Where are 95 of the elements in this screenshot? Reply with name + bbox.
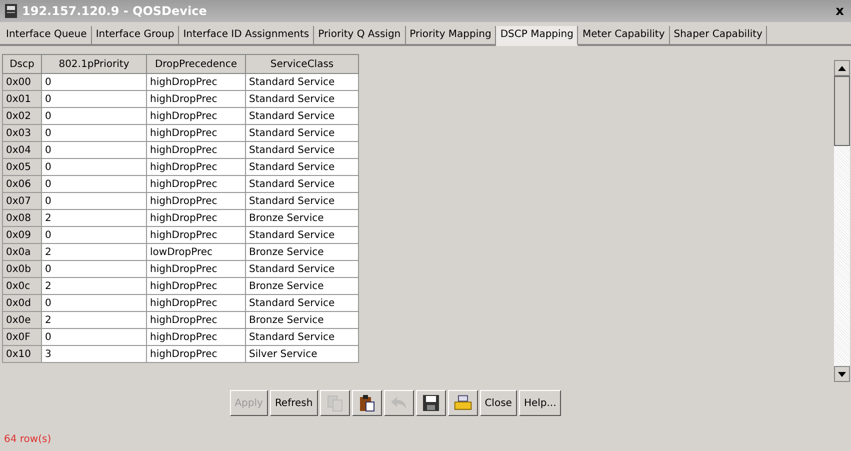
table-cell: highDropPrec bbox=[146, 312, 246, 328]
scroll-up-button[interactable] bbox=[834, 60, 850, 76]
table-cell: 0 bbox=[42, 158, 146, 176]
table-cell: 0x0c bbox=[2, 278, 42, 294]
table-cell: Standard Service bbox=[246, 74, 358, 90]
table-cell: highDropPrec bbox=[146, 108, 246, 124]
table-cell: highDropPrec bbox=[146, 142, 246, 158]
column-header[interactable]: ServiceClass bbox=[246, 54, 358, 74]
table-cell: highDropPrec bbox=[146, 176, 246, 192]
undo-icon bbox=[390, 396, 408, 410]
action-button[interactable]: Close bbox=[480, 390, 517, 416]
tab[interactable]: DSCP Mapping bbox=[496, 26, 578, 46]
table-cell: highDropPrec bbox=[146, 278, 246, 294]
window-title: 192.157.120.9 - QOSDevice bbox=[22, 4, 208, 18]
table-cell: Standard Service bbox=[246, 192, 358, 210]
table-cell: Standard Service bbox=[246, 124, 358, 142]
scroll-thumb[interactable] bbox=[834, 76, 850, 146]
printer-icon bbox=[452, 394, 473, 412]
table-cell: Standard Service bbox=[246, 142, 358, 158]
table-cell: 0 bbox=[42, 142, 146, 158]
table-cell: highDropPrec bbox=[146, 158, 246, 176]
table-cell: Standard Service bbox=[246, 328, 358, 346]
table-cell: Silver Service bbox=[246, 346, 358, 362]
table-cell: 2 bbox=[42, 244, 146, 260]
table-cell: highDropPrec bbox=[146, 74, 246, 90]
clipboard-icon bbox=[358, 394, 376, 412]
table-cell: Standard Service bbox=[246, 260, 358, 278]
save-icon bbox=[422, 394, 440, 412]
table-cell: 0 bbox=[42, 226, 146, 244]
table-cell: 0x0a bbox=[2, 244, 42, 260]
table-cell: highDropPrec bbox=[146, 294, 246, 312]
icon-button[interactable] bbox=[416, 390, 446, 416]
table-cell: highDropPrec bbox=[146, 192, 246, 210]
table-cell: Standard Service bbox=[246, 294, 358, 312]
up-arrow-icon bbox=[838, 66, 846, 70]
table-cell: 2 bbox=[42, 278, 146, 294]
scroll-down-button[interactable] bbox=[834, 366, 850, 382]
table-cell: Standard Service bbox=[246, 226, 358, 244]
table-cell: 0 bbox=[42, 328, 146, 346]
table-cell: 0x0F bbox=[2, 328, 42, 346]
table-cell: Bronze Service bbox=[246, 244, 358, 260]
table-cell: 0x03 bbox=[2, 124, 42, 142]
table-cell: highDropPrec bbox=[146, 90, 246, 108]
table-cell: highDropPrec bbox=[146, 124, 246, 142]
table-cell: 0x06 bbox=[2, 176, 42, 192]
status-text: 64 row(s) bbox=[3, 434, 52, 447]
table-cell: highDropPrec bbox=[146, 346, 246, 362]
table-cell: 0 bbox=[42, 74, 146, 90]
tab[interactable]: Priority Mapping bbox=[406, 26, 496, 44]
down-arrow-icon bbox=[838, 372, 846, 376]
column-header[interactable]: Dscp bbox=[2, 54, 42, 74]
table-cell: 0x01 bbox=[2, 90, 42, 108]
table-cell: 0x10 bbox=[2, 346, 42, 362]
table-cell: 0x09 bbox=[2, 226, 42, 244]
table-cell: 0 bbox=[42, 260, 146, 278]
table-cell: Standard Service bbox=[246, 90, 358, 108]
column-header[interactable]: 802.1pPriority bbox=[42, 54, 146, 74]
table-cell: 0x0d bbox=[2, 294, 42, 312]
action-button[interactable]: Help... bbox=[518, 390, 562, 416]
table-cell: highDropPrec bbox=[146, 328, 246, 346]
table-cell: Bronze Service bbox=[246, 210, 358, 226]
icon-button[interactable] bbox=[448, 390, 478, 416]
table-cell: Standard Service bbox=[246, 176, 358, 192]
table-cell: Standard Service bbox=[246, 158, 358, 176]
table-cell: 0x05 bbox=[2, 158, 42, 176]
table-cell: 0 bbox=[42, 192, 146, 210]
table-cell: 0 bbox=[42, 108, 146, 124]
icon-button[interactable] bbox=[352, 390, 382, 416]
table-cell: 0x07 bbox=[2, 192, 42, 210]
table-cell: 0x08 bbox=[2, 210, 42, 226]
window-close-x[interactable]: x bbox=[832, 4, 847, 18]
table-cell: 0x0b bbox=[2, 260, 42, 278]
table-cell: 0x04 bbox=[2, 142, 42, 158]
table-cell: 0x02 bbox=[2, 108, 42, 124]
table-cell: Bronze Service bbox=[246, 312, 358, 328]
table-cell: 3 bbox=[42, 346, 146, 362]
table-cell: highDropPrec bbox=[146, 260, 246, 278]
table-cell: 0 bbox=[42, 294, 146, 312]
table-cell: 2 bbox=[42, 312, 146, 328]
table-cell: 0 bbox=[42, 176, 146, 192]
table-cell: lowDropPrec bbox=[146, 244, 246, 260]
table-cell: highDropPrec bbox=[146, 210, 246, 226]
copy-icon bbox=[326, 394, 344, 412]
action-button[interactable]: Refresh bbox=[270, 390, 318, 416]
computer-icon bbox=[4, 3, 18, 19]
table-cell: Standard Service bbox=[246, 108, 358, 124]
table-cell: Bronze Service bbox=[246, 278, 358, 294]
table-cell: highDropPrec bbox=[146, 226, 246, 244]
table-cell: 0 bbox=[42, 90, 146, 108]
table-cell: 0 bbox=[42, 124, 146, 142]
table-cell: 0x0e bbox=[2, 312, 42, 328]
table-cell: 0x00 bbox=[2, 74, 42, 90]
table-cell: 2 bbox=[42, 210, 146, 226]
column-header[interactable]: DropPrecedence bbox=[146, 54, 246, 74]
scrollbar[interactable] bbox=[834, 60, 850, 382]
